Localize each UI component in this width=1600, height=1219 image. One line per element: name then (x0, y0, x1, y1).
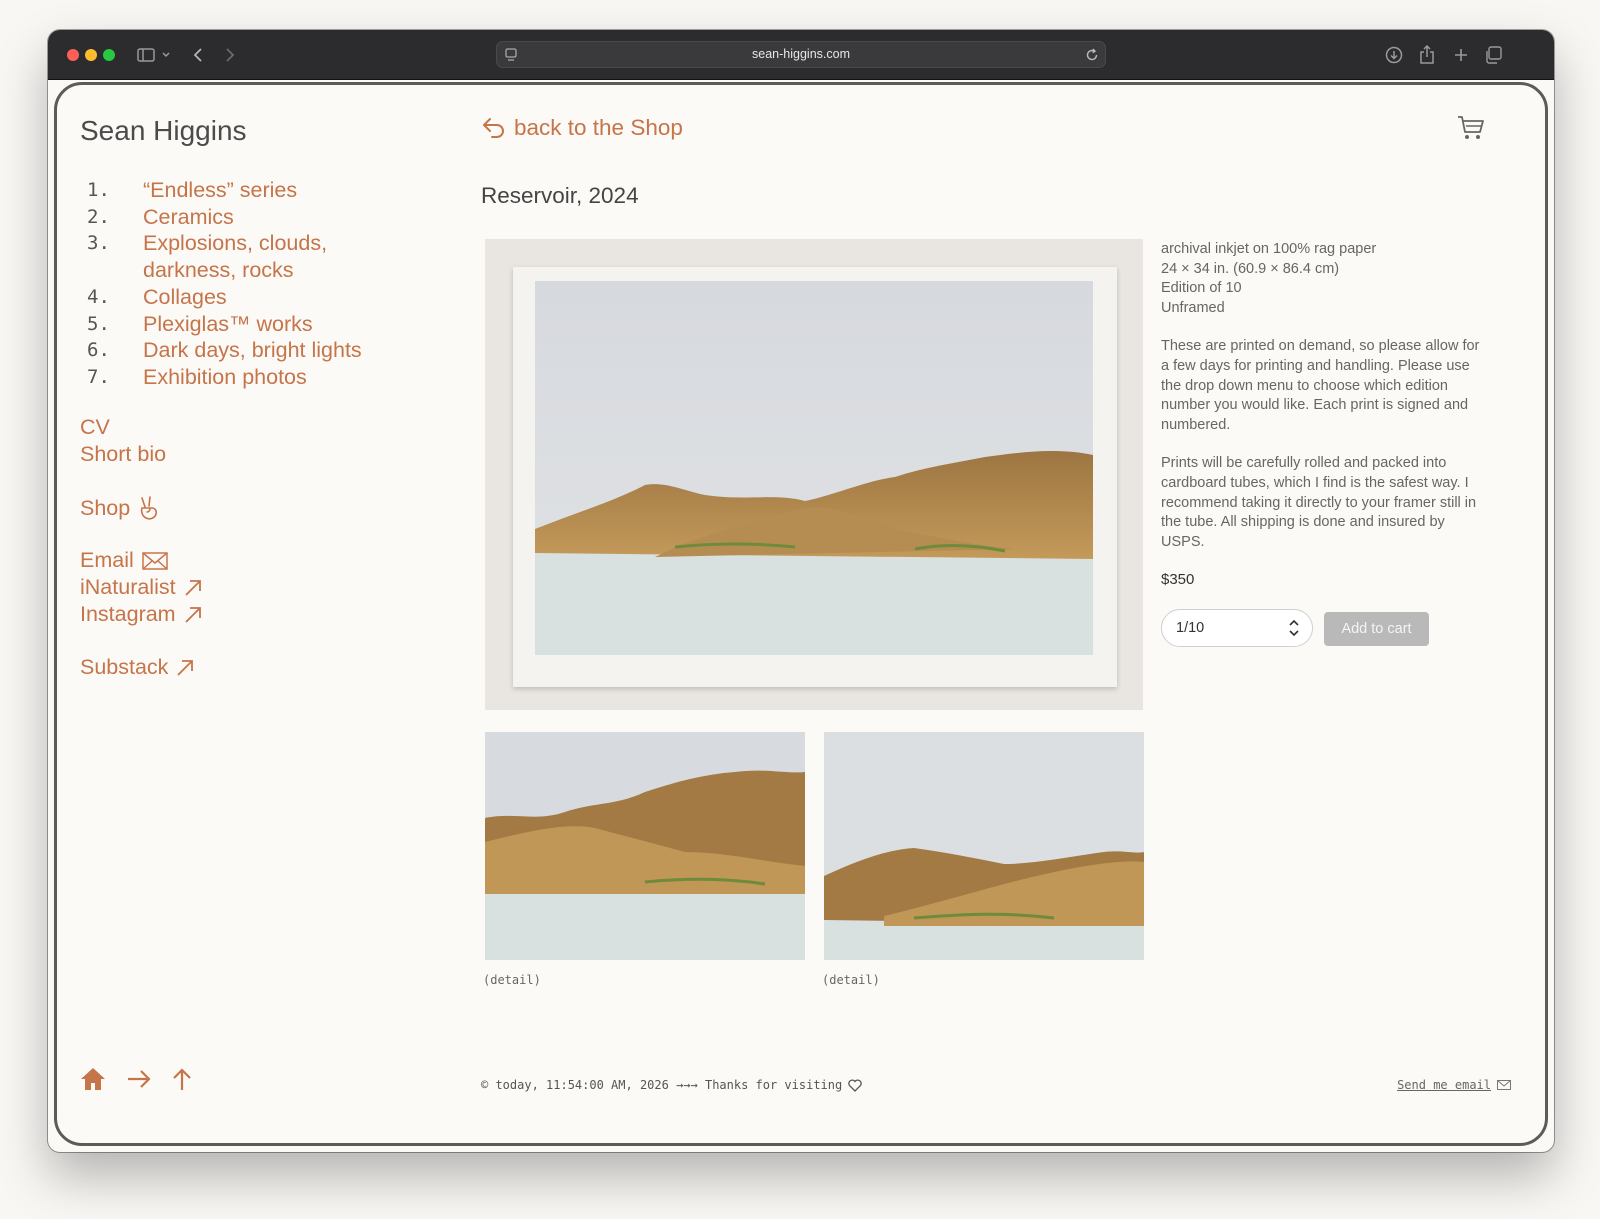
reload-icon[interactable] (1085, 48, 1099, 62)
nav-number: 2. (87, 205, 110, 228)
sidebar-toggle-icon[interactable] (134, 42, 174, 68)
nav-number: 1. (87, 179, 110, 201)
footer-nav (80, 1067, 192, 1091)
nav-label[interactable]: Plexiglas™ works (143, 311, 313, 338)
close-window-button[interactable] (67, 49, 79, 61)
artwork-title: Reservoir, 2024 (481, 183, 639, 208)
inaturalist-link[interactable]: iNaturalist (80, 575, 202, 600)
printing-note: These are printed on demand, so please a… (1161, 338, 1480, 433)
instagram-label: Instagram (80, 602, 176, 626)
email-label: Email (80, 548, 134, 572)
up-arrow-icon[interactable] (172, 1067, 192, 1091)
size-text: 24 × 34 in. (60.9 × 86.4 cm) (1161, 260, 1340, 277)
edition-select[interactable]: 1/10 (1161, 609, 1313, 647)
instagram-link[interactable]: Instagram (80, 602, 202, 627)
envelope-icon (142, 551, 168, 570)
nav-item-collages[interactable]: 4. Collages (87, 284, 362, 311)
detail-caption: (detail) (483, 973, 541, 987)
nav-label[interactable]: Exhibition photos (143, 364, 307, 391)
inaturalist-label: iNaturalist (80, 575, 176, 599)
email-link[interactable]: Email (80, 548, 168, 573)
series-nav: 1. “Endless” series 2. Ceramics 3. Explosio… (87, 177, 362, 391)
nav-item-ceramics[interactable]: 2. Ceramics (87, 204, 362, 231)
shipping-note: Prints will be carefully rolled and pack… (1161, 455, 1477, 550)
framing-text: Unframed (1161, 299, 1225, 316)
forward-arrow-icon[interactable] (220, 42, 240, 68)
url-text: sean-higgins.com (752, 47, 850, 61)
up-down-chevron-icon (1289, 619, 1299, 637)
landscape-photo (535, 281, 1093, 655)
share-icon[interactable] (1416, 42, 1438, 68)
edition-text: Edition of 10 (1161, 280, 1242, 297)
price: $350 (1161, 571, 1195, 588)
send-email-link[interactable]: Send me email (1397, 1078, 1511, 1092)
right-arrow-icon[interactable] (126, 1069, 152, 1089)
detail-image-2[interactable] (824, 732, 1144, 960)
cart-icon[interactable] (1457, 115, 1485, 146)
nav-label[interactable]: Ceramics (143, 204, 234, 231)
short-bio-label: Short bio (80, 442, 167, 466)
download-icon[interactable] (1383, 42, 1405, 68)
nav-number: 4. (87, 285, 110, 308)
nav-label[interactable]: Collages (143, 284, 227, 311)
back-to-shop-link[interactable]: back to the Shop (482, 115, 683, 141)
nav-item-plexiglas[interactable]: 5. Plexiglas™ works (87, 311, 362, 338)
nav-label[interactable]: darkness, rocks (143, 257, 294, 284)
substack-link[interactable]: Substack (80, 655, 194, 680)
browser-window: sean-higgins.com Sean Higgins 1. “Endless… (48, 30, 1554, 1152)
footer-copyright-text: © today, 11:54:00 AM, 2026 →→→ Thanks fo… (481, 1078, 843, 1092)
short-bio-link[interactable]: Short bio (80, 442, 166, 467)
footer-copyright: © today, 11:54:00 AM, 2026 →→→ Thanks fo… (481, 1078, 862, 1092)
nav-number: 7. (87, 365, 110, 388)
detail-image-1[interactable] (485, 732, 805, 960)
add-to-cart-button[interactable]: Add to cart (1324, 612, 1429, 646)
detail-caption: (detail) (822, 973, 880, 987)
artwork-main-image[interactable] (485, 239, 1143, 710)
shop-label: Shop (80, 495, 131, 520)
nav-item-explosions-cont[interactable]: darkness, rocks (87, 257, 362, 284)
nav-item-dark-days[interactable]: 6. Dark days, bright lights (87, 337, 362, 364)
nav-label[interactable]: “Endless” series (143, 177, 297, 204)
tab-overview-icon[interactable] (1482, 42, 1504, 68)
web-page: Sean Higgins 1. “Endless” series 2. Cerami… (54, 82, 1548, 1146)
artwork-info: archival inkjet on 100% rag paper 24 × 3… (1161, 240, 1491, 552)
peace-hand-icon (141, 496, 158, 520)
heart-icon (848, 1078, 862, 1092)
nav-number: 6. (87, 339, 110, 362)
return-arrow-icon (483, 118, 504, 138)
medium-text: archival inkjet on 100% rag paper (1161, 241, 1377, 257)
site-title[interactable]: Sean Higgins (80, 115, 247, 147)
envelope-icon (1497, 1080, 1511, 1090)
nav-number: 5. (87, 312, 110, 335)
edition-select-value: 1/10 (1176, 620, 1205, 636)
nav-item-endless[interactable]: 1. “Endless” series (87, 177, 362, 204)
new-tab-icon[interactable] (1450, 42, 1472, 68)
browser-toolbar: sean-higgins.com (48, 30, 1554, 80)
external-arrow-icon (184, 579, 201, 596)
nav-label[interactable]: Dark days, bright lights (143, 337, 362, 364)
send-email-label: Send me email (1397, 1078, 1491, 1092)
white-frame (513, 267, 1117, 687)
back-to-shop-label: back to the Shop (514, 115, 683, 140)
cv-link[interactable]: CV (80, 415, 110, 440)
zoom-window-button[interactable] (103, 49, 115, 61)
nav-label[interactable]: Explosions, clouds, (143, 230, 327, 257)
nav-number (87, 257, 143, 284)
cv-label: CV (80, 415, 110, 439)
back-arrow-icon[interactable] (188, 42, 208, 68)
shop-link[interactable]: Shop (80, 495, 160, 521)
nav-number: 3. (87, 232, 110, 255)
nav-item-exhibition[interactable]: 7. Exhibition photos (87, 364, 362, 391)
nav-item-explosions[interactable]: 3. Explosions, clouds, (87, 230, 362, 257)
minimize-window-button[interactable] (85, 49, 97, 61)
external-arrow-icon (184, 606, 201, 623)
external-arrow-icon (177, 659, 194, 676)
substack-label: Substack (80, 655, 169, 679)
address-bar[interactable]: sean-higgins.com (496, 41, 1106, 68)
home-icon[interactable] (80, 1067, 106, 1091)
